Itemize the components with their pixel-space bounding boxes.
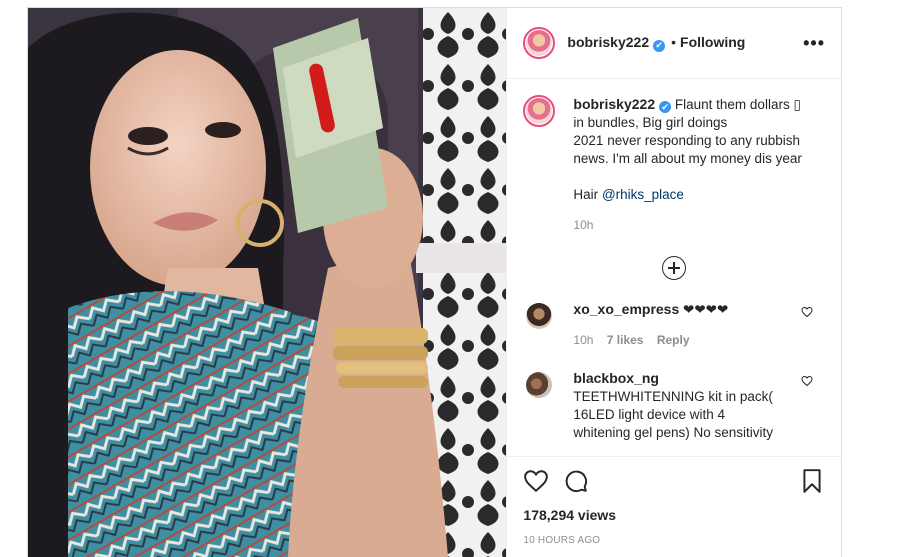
verified-icon: ✔ bbox=[653, 39, 666, 52]
comment-avatar[interactable] bbox=[523, 369, 555, 401]
action-bar bbox=[523, 467, 825, 495]
comment-text: TEETHWHITENNING kit in pack( 16LED light… bbox=[573, 389, 774, 440]
view-count[interactable]: 178,294 views bbox=[523, 507, 825, 523]
comment-time[interactable]: 10h bbox=[573, 333, 593, 347]
heart-icon[interactable] bbox=[801, 306, 813, 318]
post-footer: 178,294 views 10 HOURS AGO bbox=[507, 456, 841, 557]
comment-likes[interactable]: 7 likes bbox=[607, 333, 644, 347]
post-video[interactable] bbox=[28, 8, 507, 557]
author-info: bobrisky222 ✔ • Following bbox=[567, 34, 745, 52]
author-username[interactable]: bobrisky222 bbox=[567, 34, 649, 50]
comment-username[interactable]: blackbox_ng bbox=[573, 370, 659, 386]
more-icon[interactable]: ••• bbox=[803, 34, 825, 52]
following-button[interactable]: Following bbox=[680, 34, 745, 50]
caption-username[interactable]: bobrisky222 bbox=[573, 96, 655, 112]
post-container: bobrisky222 ✔ • Following ••• bobrisky222 ✔ … bbox=[27, 7, 842, 557]
bookmark-icon[interactable] bbox=[799, 468, 825, 494]
comment-avatar[interactable] bbox=[523, 300, 555, 332]
caption-time[interactable]: 10h bbox=[573, 216, 813, 234]
mention-link[interactable]: @rhiks_place bbox=[602, 187, 684, 202]
heart-icon[interactable] bbox=[523, 468, 549, 494]
comment-meta: 10h 7 likes Reply bbox=[573, 331, 783, 349]
video-frame-image bbox=[28, 8, 507, 557]
reply-button[interactable]: Reply bbox=[657, 333, 690, 347]
caption-avatar[interactable] bbox=[523, 95, 556, 127]
comment-username[interactable]: xo_xo_empress bbox=[573, 301, 679, 317]
separator-dot: • bbox=[671, 34, 677, 50]
comment-item: blackbox_ng TEETHWHITENNING kit in pack(… bbox=[523, 369, 825, 442]
comment-item: xo_xo_empress ❤❤❤❤ 10h 7 likes Reply bbox=[523, 300, 825, 349]
post-side-panel: bobrisky222 ✔ • Following ••• bobrisky222 ✔ … bbox=[506, 8, 841, 557]
comment-icon[interactable] bbox=[563, 468, 589, 494]
caption-hair-label: Hair bbox=[573, 187, 599, 202]
verified-icon: ✔ bbox=[659, 101, 672, 113]
caption-credit: Hair @rhiks_place bbox=[573, 186, 813, 204]
comment-text: ❤❤❤❤ bbox=[683, 302, 729, 317]
author-avatar[interactable] bbox=[523, 27, 556, 59]
heart-icon[interactable] bbox=[801, 375, 813, 387]
caption: bobrisky222 ✔ Flaunt them dollars ▯ in bu… bbox=[523, 95, 825, 234]
plus-circle-icon[interactable] bbox=[662, 256, 687, 280]
comments-section[interactable]: bobrisky222 ✔ Flaunt them dollars ▯ in bu… bbox=[507, 79, 841, 456]
post-timestamp[interactable]: 10 HOURS AGO bbox=[523, 535, 825, 546]
post-header: bobrisky222 ✔ • Following ••• bbox=[507, 8, 841, 79]
